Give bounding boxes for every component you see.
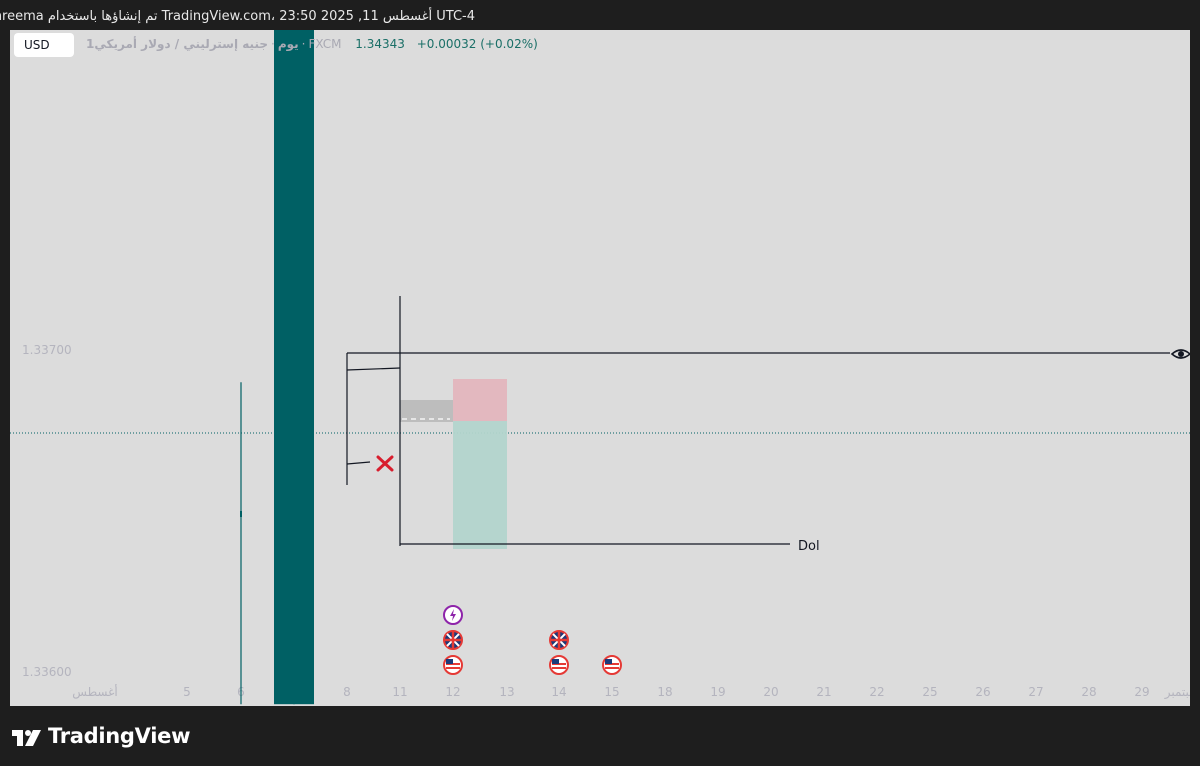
bracket-line-low [346, 461, 371, 465]
x-tick-label: 26 [975, 685, 990, 699]
us-flag-icon [602, 655, 622, 675]
bracket-line-mid [346, 367, 401, 371]
x-tick-label: 18 [657, 685, 672, 699]
eye-icon [1170, 349, 1190, 359]
us-flag-icon [443, 655, 463, 675]
dol-label: Dol [798, 539, 820, 554]
uk-flag-icon [549, 630, 569, 650]
x-tick-label: 12 [445, 685, 460, 699]
us-flag-icon [549, 655, 569, 675]
position-stop-zone [453, 379, 507, 421]
chart-caption: heemreema تم إنشاؤها باستخدام TradingVie… [0, 9, 475, 24]
x-tick-label: 22 [869, 685, 884, 699]
legend-exchange: FXCM [308, 37, 342, 51]
currency-selector[interactable]: USD [14, 33, 74, 57]
y-tick-label: 1.33700 [22, 343, 72, 357]
x-tick-label: 13 [499, 685, 514, 699]
x-tick-label: 29 [1134, 685, 1149, 699]
y-tick-label: 1.33600 [22, 665, 72, 679]
lightning-icon [443, 605, 463, 625]
top-caption-bar: heemreema تم إنشاؤها باستخدام TradingVie… [0, 0, 1200, 32]
x-tick-label: 15 [604, 685, 619, 699]
invalid-x-marker [376, 455, 394, 472]
x-tick-label: 20 [763, 685, 778, 699]
x-tick-label: سبتمبر [1164, 685, 1190, 700]
position-entry-box [400, 400, 453, 422]
legend-change: +0.00032 (+0.02%) [416, 37, 538, 51]
position-target-zone [453, 421, 507, 549]
x-tick-label: 28 [1081, 685, 1096, 699]
x-tick-label: 14 [551, 685, 566, 699]
candle-body [240, 511, 242, 517]
tradingview-logo-icon [12, 730, 41, 746]
candle-body [274, 30, 314, 705]
x-tick-label: 5 [183, 685, 191, 699]
symbol-legend: 1يوم·جنيه إسترليني / دولار أمريكي · FXCM 1… [86, 37, 538, 51]
x-tick-label: 21 [816, 685, 831, 699]
x-tick-label: 25 [922, 685, 937, 699]
legend-price: 1.34343 [355, 37, 405, 51]
y-axis-ticks: 1.33600 1.33700 [22, 343, 72, 679]
brand-wordmark: TradingView [48, 724, 191, 748]
x-tick-label: 8 [343, 685, 351, 699]
uk-flag-icon [443, 630, 463, 650]
candles-layer [240, 30, 314, 705]
event-icons-layer [443, 605, 622, 675]
x-tick-label: 27 [1028, 685, 1043, 699]
x-axis-ticks: أغسطس5678111213141518192021222526272829س… [72, 684, 1190, 700]
legend-symbol-name: جنيه إسترليني / دولار أمريكي [94, 37, 268, 51]
price-chart[interactable]: 1.336001.33700 أغسطس56781112131415181920… [10, 30, 1190, 706]
x-tick-label: أغسطس [72, 684, 117, 700]
x-tick-label: 11 [392, 685, 407, 699]
chart-panel[interactable]: 1.336001.33700 أغسطس56781112131415181920… [10, 30, 1190, 706]
x-tick-label: 19 [710, 685, 725, 699]
